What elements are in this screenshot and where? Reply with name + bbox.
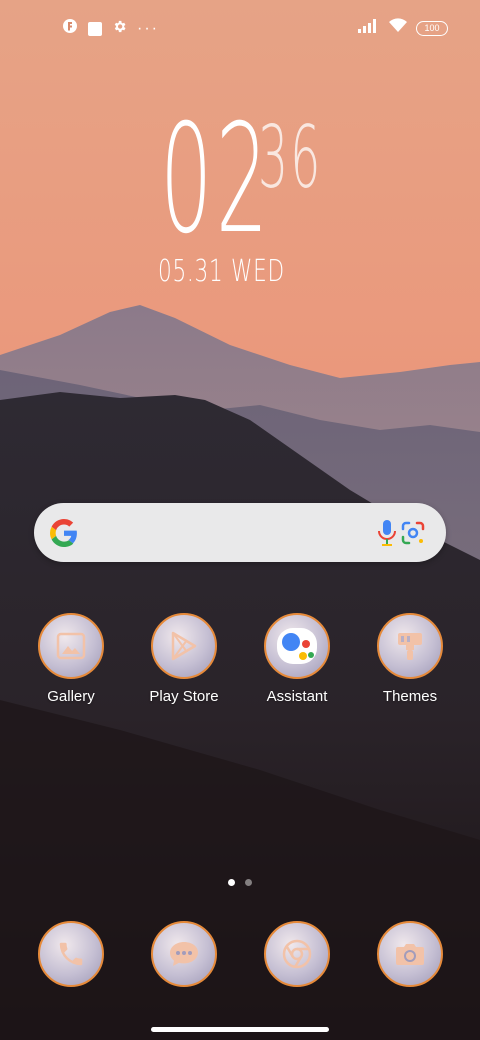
dock-messages[interactable] [129,921,239,987]
microphone-icon[interactable] [376,518,398,553]
wifi-icon [388,18,408,38]
clock-date: 05.31 WED [158,254,285,289]
app-label: Assistant [266,688,328,705]
app-themes[interactable]: Themes [355,613,465,705]
app-label: Themes [382,688,438,705]
app-gallery[interactable]: Gallery [16,613,126,705]
google-lens-icon[interactable] [400,520,426,551]
app-label: Gallery [47,688,95,705]
page-indicator [228,879,252,886]
google-g-icon [50,519,78,552]
assistant-icon [264,613,330,679]
page-dot [245,879,252,886]
google-search-bar[interactable] [34,503,446,562]
play-store-icon [151,613,217,679]
battery-icon: 100 [416,20,448,36]
signal-icon [358,18,380,38]
app-assistant[interactable]: Assistant [242,613,352,705]
app-play-store[interactable]: Play Store [129,613,239,705]
square-notification-icon [88,21,102,36]
messages-icon [151,921,217,987]
dock-chrome[interactable] [242,921,352,987]
gear-icon [112,19,127,39]
gesture-navigation-bar[interactable] [151,1027,329,1032]
dock-phone[interactable] [16,921,126,987]
clock-minute: 36 [258,108,323,208]
clock-hour: 02 [160,93,272,267]
search-input[interactable] [94,515,368,551]
chrome-icon [264,921,330,987]
page-dot-active [228,879,235,886]
dock-camera[interactable] [355,921,465,987]
themes-brush-icon [377,613,443,679]
more-dots-icon: ··· [137,19,159,37]
notification-f-icon [62,18,78,39]
phone-icon [38,921,104,987]
camera-icon [377,921,443,987]
app-label: Play Store [149,688,219,705]
status-bar: ··· 100 [0,0,480,56]
gallery-icon [38,613,104,679]
